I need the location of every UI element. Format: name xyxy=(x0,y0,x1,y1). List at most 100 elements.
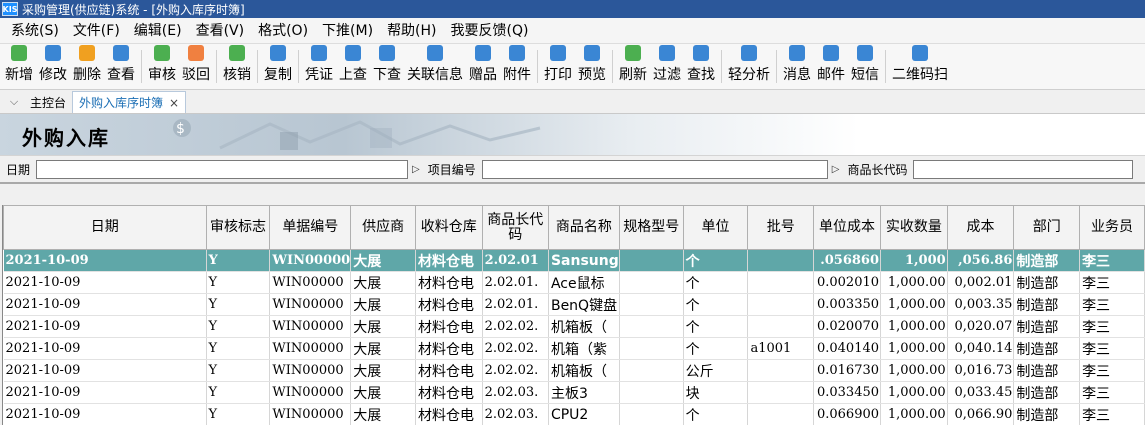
toolbar-button-voucher[interactable]: 凭证 xyxy=(302,44,336,89)
menu-item-2[interactable]: 编辑(E) xyxy=(127,18,189,44)
svg-text:$: $ xyxy=(176,121,185,137)
table-cell: Ace鼠标 xyxy=(548,271,620,294)
column-header[interactable]: 日期 xyxy=(3,205,207,250)
table-row[interactable]: 2021-10-09 Y WIN00000 大展 材料仓电 2.02.01. BenQ键盘 个… xyxy=(3,293,1145,316)
table-cell: WIN00000 xyxy=(269,381,352,404)
toolbar-button-refresh[interactable]: 刷新 xyxy=(616,44,650,89)
toolbar-button-qrcode[interactable]: 二维码扫 xyxy=(889,44,951,89)
toolbar-button-label: 驳回 xyxy=(182,67,210,83)
toolbar-button-verify[interactable]: 核销 xyxy=(220,44,254,89)
table-cell: 2021-10-09 xyxy=(3,249,207,272)
toolbar-button-print[interactable]: 打印 xyxy=(541,44,575,89)
toolbar: 新增 修改 删除 查看 审核 驳回 核销 复制 凭证 上查 下查 关联信息 赠品 附件 打印 预览 刷新 过滤 查找… xyxy=(0,44,1145,90)
column-header[interactable]: 收料仓库 xyxy=(415,205,483,250)
toolbar-button-label: 复制 xyxy=(264,67,292,83)
toolbar-button-sms[interactable]: 短信 xyxy=(848,44,882,89)
toolbar-button-filter[interactable]: 过滤 xyxy=(650,44,684,89)
table-cell: 1,000.00 xyxy=(880,315,948,338)
toolbar-button-link[interactable]: 关联信息 xyxy=(404,44,466,89)
menu-item-0[interactable]: 系统(S) xyxy=(4,18,66,44)
column-header[interactable]: 成本 xyxy=(946,205,1015,250)
menu-item-5[interactable]: 下推(M) xyxy=(315,18,380,44)
toolbar-button-search-up[interactable]: 上查 xyxy=(336,44,370,89)
table-cell: 0.020070 xyxy=(813,315,882,338)
table-cell: 大展 xyxy=(350,315,417,338)
table-cell: 制造部 xyxy=(1013,403,1081,425)
add-icon xyxy=(11,45,27,61)
find-icon xyxy=(693,45,709,61)
toolbar-button-view[interactable]: 查看 xyxy=(104,44,138,89)
toolbar-button-reject[interactable]: 驳回 xyxy=(179,44,213,89)
table-row[interactable]: 2021-10-09 Y WIN00000 大展 材料仓电 2.02.02. 机箱板（ 个 0.… xyxy=(3,315,1145,338)
column-header[interactable]: 实收数量 xyxy=(880,205,948,250)
toolbar-button-label: 核销 xyxy=(223,67,251,83)
table-cell: 李三 xyxy=(1079,403,1145,425)
close-icon[interactable]: × xyxy=(169,96,179,110)
table-cell: 机箱板（ xyxy=(548,315,620,338)
toolbar-button-copy[interactable]: 复制 xyxy=(261,44,295,89)
table-row[interactable]: 2021-10-09 Y WIN00000 大展 材料仓电 2.02.02. 机箱板（ 公斤 0… xyxy=(3,359,1145,382)
table-cell: 材料仓电 xyxy=(415,381,483,404)
toolbar-button-message[interactable]: 消息 xyxy=(780,44,814,89)
toolbar-button-label: 邮件 xyxy=(817,67,845,83)
table-row[interactable]: 2021-10-09 Y WIN00000 大展 材料仓电 2.02.03. CPU2 个 0.… xyxy=(3,403,1145,425)
toolbar-button-trash[interactable]: 删除 xyxy=(70,44,104,89)
table-cell: 个 xyxy=(683,403,749,425)
table-cell: 制造部 xyxy=(1013,293,1081,316)
toolbar-button-search-down[interactable]: 下查 xyxy=(370,44,404,89)
toolbar-button-preview[interactable]: 预览 xyxy=(575,44,609,89)
column-header[interactable]: 业务员 xyxy=(1079,205,1145,250)
toolbar-button-attach[interactable]: 附件 xyxy=(500,44,534,89)
chevron-down-icon[interactable]: ⌵ xyxy=(4,91,24,113)
toolbar-button-find[interactable]: 查找 xyxy=(684,44,718,89)
reject-icon xyxy=(188,45,204,61)
toolbar-button-edit[interactable]: 修改 xyxy=(36,44,70,89)
tab-0[interactable]: 主控台 xyxy=(24,91,72,113)
column-header[interactable]: 单位成本 xyxy=(813,205,882,250)
table-cell: 2021-10-09 xyxy=(3,337,207,360)
column-header[interactable]: 审核标志 xyxy=(205,205,271,250)
toolbar-button-add[interactable]: 新增 xyxy=(2,44,36,89)
table-cell xyxy=(619,381,684,404)
tab-1[interactable]: 外购入库序时簿 × xyxy=(72,91,187,113)
data-grid: 日期 审核标志 单据编号 供应商 收料仓库 商品长代码 商品名称 规格型号 单位 批号 单位成本 实收… xyxy=(2,205,1145,425)
column-header[interactable]: 批号 xyxy=(747,205,815,250)
column-header[interactable]: 商品长代码 xyxy=(481,205,549,250)
table-row[interactable]: 2021-10-09 Y WIN00000 大展 材料仓电 2.02.01 Sansung 个… xyxy=(3,249,1145,272)
toolbar-separator xyxy=(141,50,142,83)
toolbar-button-mail[interactable]: 邮件 xyxy=(814,44,848,89)
date-filter-arrow-icon[interactable]: ▷ xyxy=(412,164,420,175)
table-cell: 2.02.02. xyxy=(482,359,549,382)
table-row[interactable]: 2021-10-09 Y WIN00000 大展 材料仓电 2.02.01. Ace鼠标 个 0… xyxy=(3,271,1145,294)
date-filter-input[interactable] xyxy=(36,159,409,179)
menu-item-7[interactable]: 我要反馈(Q) xyxy=(444,18,536,44)
menu-item-4[interactable]: 格式(O) xyxy=(251,18,315,44)
menu-item-1[interactable]: 文件(F) xyxy=(66,18,127,44)
toolbar-button-audit[interactable]: 审核 xyxy=(145,44,179,89)
toolbar-button-gift[interactable]: 赠品 xyxy=(466,44,500,89)
table-cell: 李三 xyxy=(1079,359,1145,382)
item-filter-input[interactable] xyxy=(481,159,828,179)
filter-bar: 日期 ▷ 项目编号 ▷ 商品长代码 xyxy=(0,156,1145,184)
menu-item-6[interactable]: 帮助(H) xyxy=(380,18,443,44)
menu-item-3[interactable]: 查看(V) xyxy=(189,18,252,44)
item-filter-arrow-icon[interactable]: ▷ xyxy=(832,164,840,175)
table-cell: WIN00000 xyxy=(269,271,352,294)
code-filter-input[interactable] xyxy=(913,159,1134,179)
column-header[interactable]: 商品名称 xyxy=(547,205,620,250)
table-row[interactable]: 2021-10-09 Y WIN00000 大展 材料仓电 2.02.02. 机箱（紫 个 a1… xyxy=(3,337,1145,360)
toolbar-button-label: 短信 xyxy=(851,67,879,83)
column-header[interactable]: 单位 xyxy=(682,205,749,250)
column-header[interactable]: 供应商 xyxy=(350,205,417,250)
table-cell: 0,002.01 xyxy=(947,271,1015,294)
table-cell: BenQ键盘 xyxy=(548,293,620,316)
table-cell: 2.02.01 xyxy=(482,249,549,272)
column-header[interactable]: 部门 xyxy=(1013,205,1081,250)
table-cell xyxy=(747,249,815,272)
table-cell: 制造部 xyxy=(1013,249,1081,272)
toolbar-button-label: 删除 xyxy=(73,67,101,83)
column-header[interactable]: 单据编号 xyxy=(269,205,352,250)
toolbar-button-analysis[interactable]: 轻分析 xyxy=(725,44,773,89)
column-header[interactable]: 规格型号 xyxy=(618,205,684,250)
table-row[interactable]: 2021-10-09 Y WIN00000 大展 材料仓电 2.02.03. 主板3 块 0.0… xyxy=(3,381,1145,404)
